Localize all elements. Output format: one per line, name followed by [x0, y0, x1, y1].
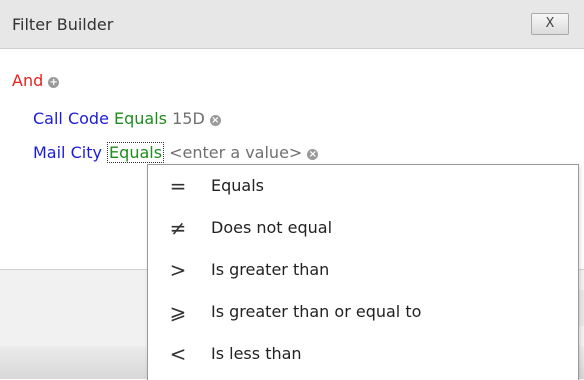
greater-or-equal-icon: ⩾	[169, 300, 187, 324]
group-operator[interactable]: And	[12, 71, 43, 90]
close-button[interactable]: X	[531, 13, 569, 35]
menu-item-greater-than[interactable]: > Is greater than	[148, 249, 578, 291]
condition-row: Mail City Equals <enter a value> ×	[33, 142, 319, 163]
condition-field[interactable]: Call Code	[33, 109, 109, 128]
menu-item-greater-or-equal[interactable]: ⩾ Is greater than or equal to	[148, 291, 578, 333]
condition-value[interactable]: 15D	[172, 109, 205, 128]
close-icon: X	[545, 16, 555, 31]
condition-value[interactable]: <enter a value>	[169, 143, 302, 162]
menu-item-label: Is greater than	[211, 260, 330, 279]
x-circle-icon[interactable]: ×	[307, 149, 319, 160]
menu-item-label: Is greater than or equal to	[211, 302, 422, 321]
condition-operator[interactable]: Equals	[114, 109, 167, 128]
menu-item-label: Is less than	[211, 344, 302, 363]
group-row: And +	[12, 71, 60, 90]
x-circle-icon[interactable]: ×	[209, 115, 221, 126]
menu-item-does-not-equal[interactable]: ≠ Does not equal	[148, 207, 578, 249]
condition-row: Call Code Equals 15D ×	[33, 109, 221, 128]
menu-item-label: Equals	[211, 176, 264, 195]
equals-icon: =	[169, 174, 187, 198]
condition-operator-active[interactable]: Equals	[107, 142, 165, 163]
dialog-title: Filter Builder	[12, 15, 114, 34]
condition-field[interactable]: Mail City	[33, 143, 102, 162]
operator-dropdown: = Equals ≠ Does not equal > Is greater t…	[147, 164, 579, 380]
plus-circle-icon[interactable]: +	[48, 77, 60, 88]
not-equal-icon: ≠	[169, 216, 187, 240]
menu-item-less-than[interactable]: < Is less than	[148, 333, 578, 375]
greater-than-icon: >	[169, 258, 187, 282]
menu-item-label: Does not equal	[211, 218, 333, 237]
title-bar: Filter Builder X	[0, 0, 584, 49]
menu-item-equals[interactable]: = Equals	[148, 165, 578, 207]
less-than-icon: <	[169, 342, 187, 366]
